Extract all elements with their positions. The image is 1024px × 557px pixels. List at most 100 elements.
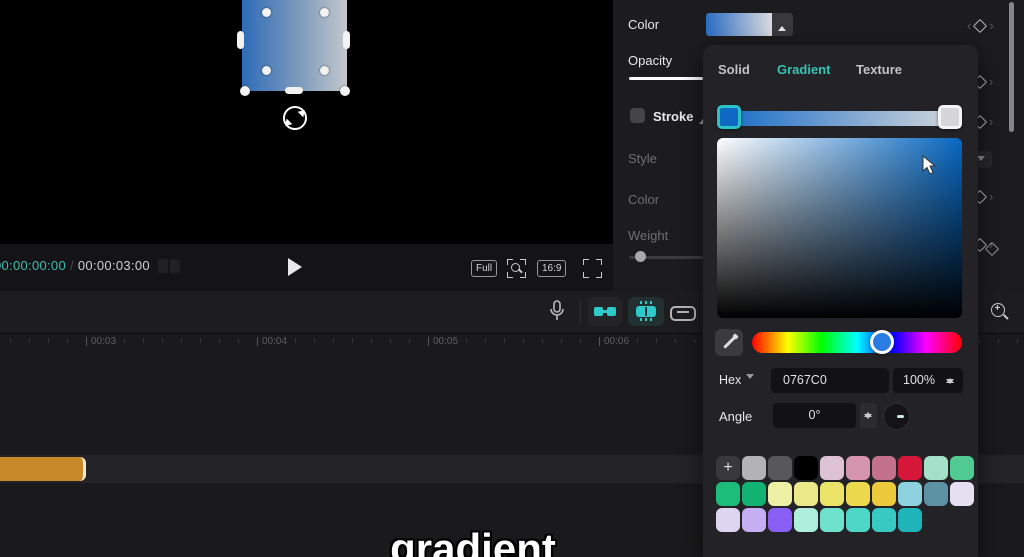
ruler-time-label: 00:05 [433, 336, 459, 347]
play-button[interactable] [288, 258, 302, 276]
link-icon[interactable] [670, 305, 696, 321]
video-preview[interactable] [0, 0, 613, 244]
ruler-major-tick [257, 337, 258, 346]
color-swatch[interactable] [768, 508, 792, 532]
video-caption: gradient [390, 525, 556, 557]
color-swatch[interactable] [716, 508, 740, 532]
chevron-up-icon[interactable] [772, 13, 793, 36]
color-swatch[interactable] [924, 456, 948, 480]
gradient-preview-swatch[interactable] [706, 13, 772, 36]
opacity-slider[interactable] [629, 77, 703, 80]
next-keyframe-icon[interactable]: › [985, 18, 997, 33]
fullscreen-icon[interactable] [583, 259, 602, 278]
swatch-row [716, 508, 974, 532]
color-swatch[interactable] [742, 482, 766, 506]
tab-texture[interactable]: Texture [856, 62, 902, 77]
focus-zoom-icon[interactable] [507, 259, 526, 278]
panel-scrollbar[interactable] [1009, 2, 1014, 132]
microphone-icon[interactable] [548, 300, 566, 322]
ruler-tick [333, 339, 334, 343]
color-swatch[interactable] [820, 482, 844, 506]
hex-mode-dropdown[interactable]: Hex [719, 373, 755, 387]
angle-value-input[interactable]: 0° [773, 403, 856, 428]
rotate-icon[interactable] [283, 106, 307, 130]
opacity-value-input[interactable]: 100% [893, 368, 963, 393]
gradient-stop-track[interactable] [717, 111, 962, 126]
split-clip-icon[interactable] [628, 297, 664, 326]
color-value-control[interactable] [706, 13, 793, 36]
ruler-tick [504, 339, 505, 343]
timeline-clip[interactable] [0, 457, 86, 481]
ruler-tick [580, 339, 581, 343]
eyedropper-icon[interactable] [715, 329, 743, 356]
saturation-brightness-picker[interactable] [717, 138, 962, 318]
ruler-tick [675, 339, 676, 343]
color-swatch[interactable] [898, 482, 922, 506]
color-swatch[interactable] [872, 482, 896, 506]
color-swatch[interactable] [872, 508, 896, 532]
ruler-major-tick [86, 337, 87, 346]
gradient-stop-end[interactable] [938, 105, 962, 129]
color-swatch[interactable] [716, 482, 740, 506]
color-swatch[interactable] [794, 456, 818, 480]
timeline-zoom-icon[interactable] [984, 297, 1018, 326]
tab-solid[interactable]: Solid [718, 62, 750, 77]
style-row-label: Style [628, 151, 657, 166]
color-swatch[interactable] [950, 456, 974, 480]
gradient-rectangle-shape[interactable] [242, 0, 347, 91]
shape-inner-handle[interactable] [320, 66, 329, 75]
auto-ripple-icon[interactable] [588, 297, 622, 326]
shape-inner-handle[interactable] [262, 66, 271, 75]
color-swatch[interactable] [846, 456, 870, 480]
stroke-checkbox[interactable] [630, 108, 645, 123]
color-swatch[interactable] [846, 508, 870, 532]
color-swatch[interactable] [820, 508, 844, 532]
ruler-tick [694, 339, 695, 343]
ruler-tick [352, 339, 353, 343]
angle-stepper[interactable] [860, 403, 877, 428]
time-display: 00:00:00:00/00:00:03:00 [0, 258, 150, 273]
aspect-ratio-button[interactable]: 16:9 [537, 260, 567, 277]
ruler-time-label: 00:04 [262, 336, 288, 347]
gradient-stop-start[interactable] [717, 105, 741, 129]
hue-slider-thumb[interactable] [870, 330, 894, 354]
color-swatch[interactable] [742, 508, 766, 532]
shape-inner-handle[interactable] [320, 8, 329, 17]
color-swatch[interactable] [768, 456, 792, 480]
hue-slider[interactable] [752, 330, 962, 354]
shape-left-edge-handle[interactable] [237, 31, 244, 49]
hex-value-input[interactable]: 0767C0 [771, 368, 889, 393]
color-picker-popup: Solid Gradient Texture Hex 0767C0 100% A… [703, 45, 978, 557]
opacity-stepper[interactable] [946, 374, 956, 388]
ruler-tick [314, 339, 315, 343]
shape-right-edge-handle[interactable] [343, 31, 350, 49]
shape-inner-handle[interactable] [262, 8, 271, 17]
time-separator: / [69, 258, 74, 273]
ruler-tick [561, 339, 562, 343]
color-swatch[interactable] [950, 482, 974, 506]
toolbar-divider [580, 300, 581, 324]
color-swatch[interactable] [872, 456, 896, 480]
shape-bottom-edge-handle[interactable] [285, 87, 303, 94]
color-swatch[interactable] [898, 508, 922, 532]
color-swatch[interactable] [768, 482, 792, 506]
angle-rotation-knob[interactable] [883, 403, 910, 430]
shape-corner-handle[interactable] [240, 86, 250, 96]
ruler-tick [466, 339, 467, 343]
shape-corner-handle[interactable] [340, 86, 350, 96]
color-swatch[interactable] [898, 456, 922, 480]
tab-gradient[interactable]: Gradient [777, 62, 830, 77]
color-swatch[interactable] [794, 482, 818, 506]
color-swatch[interactable] [794, 508, 818, 532]
mouse-cursor [922, 155, 937, 175]
color-swatch[interactable] [742, 456, 766, 480]
ruler-tick [371, 339, 372, 343]
color-swatch[interactable] [924, 482, 948, 506]
add-swatch-button[interactable]: + [716, 456, 740, 480]
ruler-tick [523, 339, 524, 343]
swatch-grid: + [716, 456, 974, 532]
weight-slider-thumb[interactable] [635, 251, 646, 262]
full-preview-button[interactable]: Full [471, 260, 498, 277]
color-swatch[interactable] [820, 456, 844, 480]
color-swatch[interactable] [846, 482, 870, 506]
